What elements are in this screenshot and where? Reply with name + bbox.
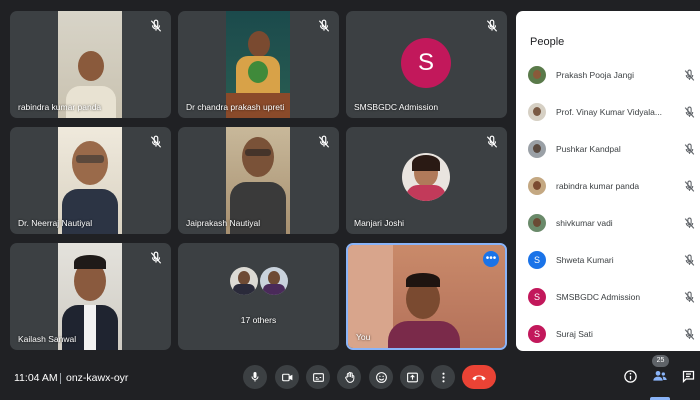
mic-off-icon <box>318 19 330 32</box>
person-name: SMSBGDC Admission <box>556 292 641 302</box>
participant-avatar <box>260 267 288 295</box>
participant-name: You <box>356 332 371 342</box>
participant-name: Kailash Sanwal <box>18 334 77 344</box>
mic-off-icon <box>150 135 162 148</box>
people-panel-title: People <box>530 36 565 48</box>
mic-off-icon <box>684 143 695 155</box>
mic-off-icon <box>684 180 695 192</box>
mic-off-icon <box>150 251 162 264</box>
mic-off-icon <box>684 254 695 266</box>
person-name: shivkumar vadi <box>556 218 613 228</box>
participant-tile[interactable]: rabindra kumar panda <box>10 11 171 118</box>
participant-tile[interactable]: Dr chandra prakash upreti <box>178 11 339 118</box>
people-list-item[interactable]: Prakash Pooja Jangi <box>528 65 696 87</box>
people-list-item[interactable]: S Suraj Sati <box>528 324 696 346</box>
mic-off-icon <box>150 19 162 32</box>
present-button[interactable] <box>400 365 424 389</box>
chat-icon <box>682 370 694 383</box>
participant-avatar <box>230 267 258 295</box>
person-name: Pushkar Kandpal <box>556 144 621 154</box>
more-options-button[interactable]: ••• <box>483 251 499 267</box>
participant-avatar <box>402 153 450 201</box>
person-name: Prof. Vinay Kumar Vidyala... <box>556 107 662 117</box>
mic-icon <box>251 372 259 382</box>
participant-tile[interactable]: S SMSBGDC Admission <box>346 11 507 118</box>
person-avatar: S <box>528 288 546 306</box>
emoji-icon <box>375 371 387 383</box>
participant-name: SMSBGDC Admission <box>354 102 439 112</box>
others-tile[interactable]: 17 others <box>178 243 339 350</box>
people-icon <box>653 371 667 381</box>
divider <box>60 373 61 384</box>
participant-name: Dr. Neerraj Nautiyal <box>18 218 93 228</box>
more-options-button[interactable] <box>431 365 455 389</box>
participant-name: Jaiprakash Nautiyal <box>186 218 261 228</box>
present-icon <box>406 372 418 382</box>
mic-button[interactable] <box>243 365 267 389</box>
person-name: rabindra kumar panda <box>556 181 640 191</box>
people-button[interactable] <box>651 367 669 385</box>
mic-off-icon <box>486 135 498 148</box>
people-list-item[interactable]: S Shweta Kumari <box>528 250 696 272</box>
participant-tile[interactable]: Jaiprakash Nautiyal <box>178 127 339 234</box>
participant-name: rabindra kumar panda <box>18 102 102 112</box>
chat-button[interactable] <box>679 367 697 385</box>
emoji-button[interactable] <box>369 365 393 389</box>
people-list-item[interactable]: S SMSBGDC Admission <box>528 287 696 309</box>
meeting-code: onz-kawx-oyr <box>66 372 129 384</box>
people-list-item[interactable]: Prof. Vinay Kumar Vidyala... <box>528 102 696 124</box>
person-avatar <box>528 103 546 121</box>
people-list-item[interactable]: shivkumar vadi <box>528 213 696 235</box>
bottom-bar: 11:04 AM onz-kawx-oyr 25 <box>0 352 700 400</box>
mic-off-icon <box>684 291 695 303</box>
self-video <box>348 245 505 348</box>
person-avatar <box>528 214 546 232</box>
participant-avatar: S <box>401 38 451 88</box>
mic-off-icon <box>486 19 498 32</box>
participant-tile[interactable]: Dr. Neerraj Nautiyal <box>10 127 171 234</box>
people-list-item[interactable]: Pushkar Kandpal <box>528 139 696 161</box>
camera-icon <box>281 373 292 381</box>
participant-tile[interactable]: Kailash Sanwal <box>10 243 171 350</box>
participant-tile[interactable]: Manjari Joshi <box>346 127 507 234</box>
mic-off-icon <box>684 106 695 118</box>
participant-name: Dr chandra prakash upreti <box>186 102 285 112</box>
others-label: 17 others <box>240 315 277 325</box>
more-vert-icon <box>441 372 445 382</box>
person-name: Prakash Pooja Jangi <box>556 70 634 80</box>
person-avatar: S <box>528 325 546 343</box>
meeting-time: 11:04 AM <box>14 372 58 384</box>
person-avatar <box>528 66 546 84</box>
camera-button[interactable] <box>275 365 299 389</box>
person-avatar <box>528 140 546 158</box>
video-grid: rabindra kumar panda Dr chandra prakash … <box>10 11 507 351</box>
hang-up-icon <box>472 375 486 381</box>
raise-hand-button[interactable] <box>337 365 361 389</box>
people-panel: People Prakash Pooja Jangi Prof. Vinay K… <box>516 11 700 351</box>
participant-name: Manjari Joshi <box>354 218 405 228</box>
participant-count-badge: 25 <box>652 355 669 367</box>
captions-button[interactable] <box>306 365 330 389</box>
person-name: Suraj Sati <box>556 329 593 339</box>
meeting-details-button[interactable] <box>621 367 639 385</box>
mic-off-icon <box>684 328 695 340</box>
self-tile[interactable]: ••• You <box>346 243 507 350</box>
info-icon <box>623 369 637 383</box>
hand-icon <box>344 371 354 383</box>
person-name: Shweta Kumari <box>556 255 614 265</box>
person-avatar <box>528 177 546 195</box>
mic-off-icon <box>684 217 695 229</box>
captions-icon <box>312 372 324 382</box>
end-call-button[interactable] <box>462 365 496 389</box>
mic-off-icon <box>318 135 330 148</box>
mic-off-icon <box>684 69 695 81</box>
people-list-item[interactable]: rabindra kumar panda <box>528 176 696 198</box>
person-avatar: S <box>528 251 546 269</box>
